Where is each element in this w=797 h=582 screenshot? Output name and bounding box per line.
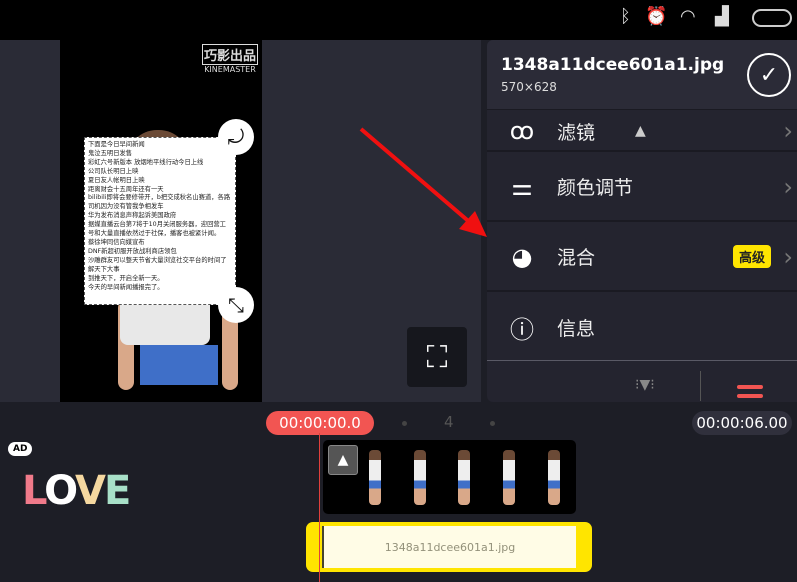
fullscreen-icon: ⛶ xyxy=(426,339,448,375)
note-line: 沙雕群友可以整天节省大量浏览社交平台的时间了解天下大事 xyxy=(88,256,227,273)
page-dot xyxy=(402,421,407,426)
rotate-handle-icon[interactable]: ⤾ xyxy=(218,119,254,155)
note-line: 到推天下，开启全新一天。 xyxy=(88,274,164,282)
note-line: 今天的早间新闻播报完了。 xyxy=(88,283,164,291)
note-line: 彩虹六号新版本 放烟地平线行动今日上线 xyxy=(88,158,204,166)
panel-footer: ⁝▼⁝ xyxy=(487,360,797,402)
note-line: bilibili即将会要修带开，b把交成秋名山赛道，各路司机因为没有管我争相发车 xyxy=(88,194,231,211)
page-indicator: 4 xyxy=(444,413,454,431)
check-icon: ✓ xyxy=(759,62,779,88)
chevron-right-icon: › xyxy=(783,172,793,201)
premium-badge: 高级 xyxy=(732,245,771,268)
love-letter: E xyxy=(103,468,131,514)
chevron-right-icon: › xyxy=(783,242,793,271)
menu-icon[interactable] xyxy=(737,385,763,389)
ad-badge[interactable]: AD xyxy=(8,442,33,456)
menu-item-color-adjust[interactable]: ⚌ 颜色调节 › xyxy=(487,153,797,222)
clip-thumbnail xyxy=(413,449,426,505)
note-line: 夏日友人帐明日上映 xyxy=(88,176,145,184)
love-sticker[interactable]: LOVE xyxy=(22,468,131,514)
menu-item-info[interactable]: ⓘ 信息 xyxy=(487,293,797,362)
watermark-bottom: KINEMASTER xyxy=(204,65,256,74)
clip-thumbnail xyxy=(503,449,516,505)
menu-item-label: 滤镜 xyxy=(557,121,596,144)
fullscreen-button[interactable]: ⛶ xyxy=(407,327,467,387)
alarm-icon: ⏰ xyxy=(645,6,668,27)
character-shorts xyxy=(140,345,218,385)
menu-item-label: 颜色调节 xyxy=(557,177,634,199)
menu-item-filter[interactable]: ꝏ 滤镜 ▲ › xyxy=(487,90,797,152)
image-layer[interactable]: 下面是今日早间新闻 鬼泣五明日发售 彩虹六号新版本 放烟地平线行动今日上线 公司… xyxy=(84,137,236,305)
menu-item-label: 信息 xyxy=(557,318,596,340)
playhead[interactable] xyxy=(319,433,320,582)
scroll-up-icon[interactable]: ▲ xyxy=(635,123,646,139)
end-time: 00:00:06.00 xyxy=(692,411,792,435)
love-letter: V xyxy=(75,468,106,514)
chevron-right-icon: › xyxy=(783,117,793,145)
note-line: 蔡徐坤同信向媒宣布 xyxy=(88,238,145,246)
note-line: 据媒直播云台第7将于10月关闭服务器，迎回营工号和大量直播依然过于社保，播客也被… xyxy=(88,221,226,238)
clip-label: 1348a11dcee601a1.jpg xyxy=(384,540,516,554)
watermark-top: 巧影出品 xyxy=(202,44,258,65)
note-line: 华为发布消息声称起诉美国政府 xyxy=(88,212,177,220)
page-dot xyxy=(490,421,495,426)
resize-handle-icon[interactable]: ⤡ xyxy=(218,287,254,323)
image-layer-clip[interactable]: 1348a11dcee601a1.jpg xyxy=(322,526,576,568)
love-letter: L xyxy=(22,468,46,514)
wifi-icon: ◠ xyxy=(680,6,696,27)
video-clip[interactable] xyxy=(323,440,576,514)
signal-icon: ▟ xyxy=(715,6,729,27)
info-icon: ⓘ xyxy=(510,316,534,344)
status-bar: ᛒ ⏰ ◠ ▟ xyxy=(0,0,797,40)
divider xyxy=(700,371,701,401)
battery-icon xyxy=(752,9,792,27)
bluetooth-icon: ᛒ xyxy=(620,6,631,27)
layer-options-panel: 1348a11dcee601a1.jpg 570×628 ✓ ꝏ 滤镜 ▲ › … xyxy=(487,40,797,402)
image-clip-icon: ▲ xyxy=(328,445,358,475)
kinemaster-watermark: 巧影出品 KINEMASTER xyxy=(202,44,258,74)
drag-handle-icon[interactable]: ⁝▼⁝ xyxy=(635,377,655,393)
sliders-icon: ⚌ xyxy=(511,172,533,201)
note-line: DNF新超初服开放战利商店领包 xyxy=(88,247,177,255)
clip-thumbnail xyxy=(547,449,560,505)
menu-item-label: 混合 xyxy=(557,247,596,269)
filter-icon: ꝏ xyxy=(509,117,535,145)
clip-thumbnail xyxy=(458,449,471,505)
clip-thumbnail xyxy=(369,449,382,505)
note-line: 鬼泣五明日发售 xyxy=(88,149,133,157)
file-name: 1348a11dcee601a1.jpg xyxy=(501,55,725,75)
love-letter: O xyxy=(44,468,77,514)
menu-item-blend[interactable]: ◕ 混合 高级 › xyxy=(487,223,797,292)
annotation-arrow-icon xyxy=(359,127,487,237)
current-time: 00:00:00.0 xyxy=(266,411,374,435)
blend-icon: ◕ xyxy=(511,242,533,271)
note-line: 公司队长明日上映 xyxy=(88,167,139,175)
note-line: 下面是今日早间新闻 xyxy=(88,141,145,148)
